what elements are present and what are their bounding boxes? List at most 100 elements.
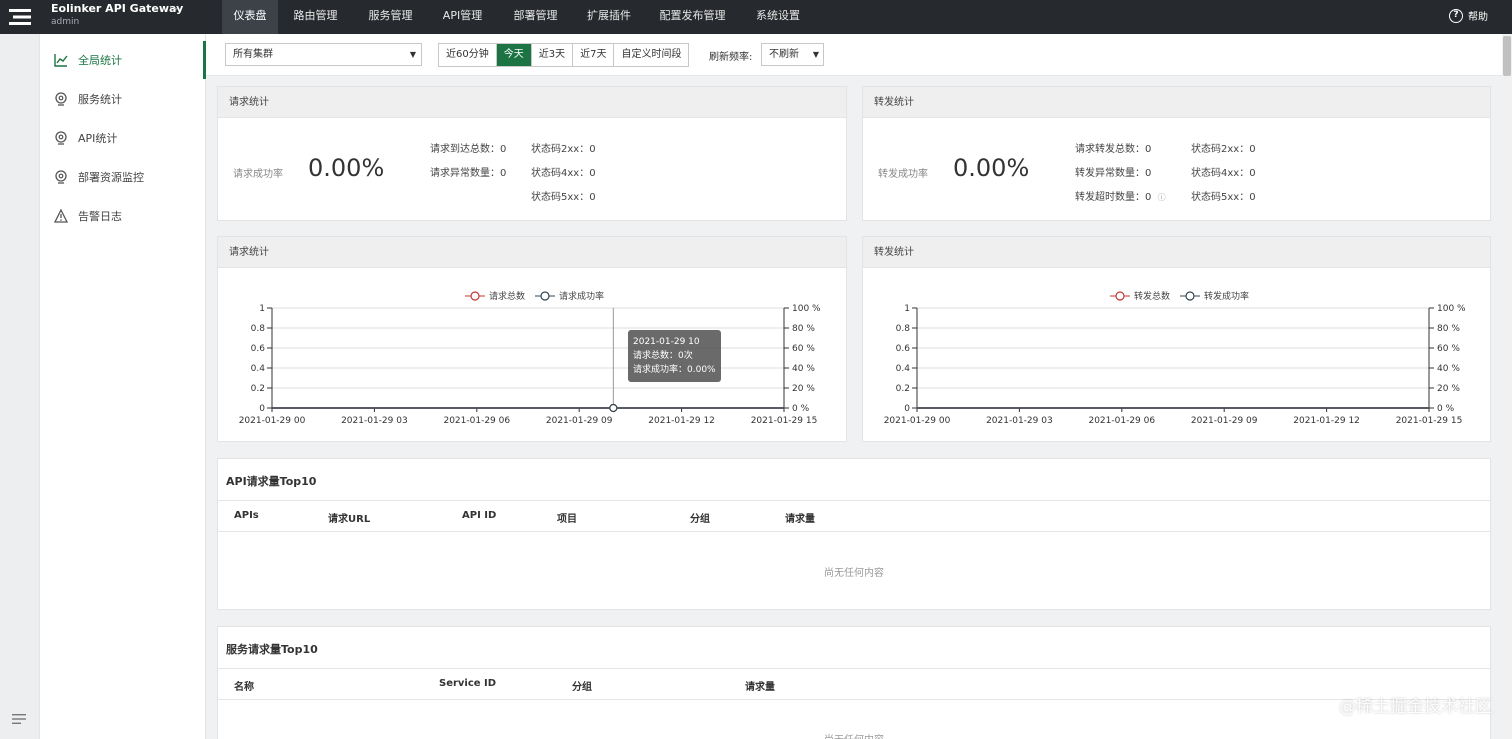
request-line-chart[interactable]: 0 0 % 0.2 20 % 0.4 40 % 0.6 60 % 0.8 80 % 1 100 % 20…: [218, 237, 846, 437]
sidebar-item-label: 告警日志: [78, 210, 122, 223]
column-header[interactable]: 请求量: [785, 510, 815, 525]
time-custom-button[interactable]: 自定义时间段: [614, 44, 689, 66]
nav-system-settings[interactable]: 系统设置: [741, 0, 815, 34]
nav-plugins[interactable]: 扩展插件: [574, 0, 644, 34]
x-tick-label: 2021-01-29 06: [443, 416, 510, 426]
dropdown-arrow-icon: ▼: [812, 50, 819, 59]
y-tick-label-left: 0.2: [896, 384, 910, 394]
line-chart-icon: [53, 52, 69, 68]
forward-timeout-count: 转发超时数量：0 ⓘ: [1075, 188, 1166, 203]
y-tick-label-left: 0.4: [896, 364, 911, 374]
refresh-select-value: 不刷新: [769, 49, 799, 60]
info-icon[interactable]: ⓘ: [1158, 193, 1166, 202]
panel-title: 请求统计: [218, 87, 846, 118]
sidebar-item-label: API统计: [78, 132, 118, 145]
column-header[interactable]: APIs: [234, 510, 259, 521]
sidebar-item-api-stats[interactable]: API统计: [40, 119, 206, 157]
sidebar-item-label: 服务统计: [78, 93, 122, 106]
y-tick-label-right: 0 %: [792, 404, 810, 414]
y-tick-label-right: 100 %: [792, 304, 821, 314]
x-tick-label: 2021-01-29 03: [986, 416, 1053, 426]
column-header[interactable]: 名称: [234, 678, 254, 693]
nav-service[interactable]: 服务管理: [353, 0, 428, 34]
sidebar-item-global-stats[interactable]: 全局统计: [40, 41, 206, 79]
location-pin-icon: [53, 169, 69, 185]
request-success-rate-value: 0.00%: [308, 154, 385, 182]
help-icon: ?: [1449, 8, 1463, 23]
sidebar-item-label: 全局统计: [78, 54, 122, 67]
sidebar-item-label: 部署资源监控: [78, 171, 144, 184]
y-tick-label-right: 80 %: [1437, 324, 1460, 334]
left-rail: [0, 34, 40, 739]
y-tick-label-right: 60 %: [792, 344, 815, 354]
help-button[interactable]: ? 帮助: [1449, 8, 1488, 23]
column-header[interactable]: 项目: [557, 510, 577, 525]
y-tick-label-left: 0: [904, 404, 910, 414]
chevron-down-icon[interactable]: ⌄: [172, 3, 180, 13]
service-top10-panel: 服务请求量Top10 名称 Service ID 分组 请求量 尚无任何内容: [217, 626, 1491, 739]
nav-api[interactable]: API管理: [428, 0, 497, 34]
time-last-3days-button[interactable]: 近3天: [531, 44, 574, 66]
service-top10-table-header: 名称 Service ID 分组 请求量: [218, 668, 1490, 700]
column-header[interactable]: 请求URL: [328, 510, 370, 525]
y-tick-label-left: 0.8: [251, 324, 266, 334]
forward-total-count: 请求转发总数：0: [1075, 144, 1152, 155]
refresh-select[interactable]: 不刷新 ▼: [761, 43, 824, 66]
x-tick-label: 2021-01-29 00: [884, 416, 951, 426]
cluster-select[interactable]: 所有集群 ▼: [225, 43, 422, 66]
y-tick-label-left: 0.6: [896, 344, 911, 354]
column-header[interactable]: 请求量: [745, 678, 775, 693]
column-header[interactable]: Service ID: [439, 678, 496, 689]
time-last-60min-button[interactable]: 近60分钟: [439, 44, 497, 66]
request-error-count: 请求异常数量：0: [430, 168, 507, 179]
api-top10-panel: API请求量Top10 APIs 请求URL API ID 项目 分组 请求量 …: [217, 458, 1491, 610]
x-tick-label: 2021-01-29 09: [1191, 416, 1258, 426]
x-tick-label: 2021-01-29 06: [1088, 416, 1155, 426]
x-tick-label: 2021-01-29 15: [751, 416, 818, 426]
sidebar-item-service-stats[interactable]: 服务统计: [40, 80, 206, 118]
location-pin-icon: [53, 130, 69, 146]
y-tick-label-left: 0.4: [251, 364, 266, 374]
status-4xx-count: 状态码4xx：0: [1191, 168, 1256, 179]
forward-summary-panel: 转发统计 转发成功率 0.00% 请求转发总数：0 转发异常数量：0 转发超时数…: [862, 86, 1491, 221]
column-header[interactable]: API ID: [462, 510, 496, 521]
watermark: @稀土掘金技术社区: [1339, 697, 1492, 717]
brand[interactable]: Eolinker API Gateway admin: [51, 2, 183, 27]
forward-success-rate-label: 转发成功率: [878, 169, 928, 180]
time-today-button[interactable]: 今天: [496, 44, 532, 66]
warning-icon: [53, 208, 69, 224]
status-2xx-count: 状态码2xx：0: [531, 144, 596, 155]
time-range-group: 近60分钟 今天 近3天 近7天 自定义时间段: [438, 43, 690, 67]
time-last-7days-button[interactable]: 近7天: [573, 44, 615, 66]
column-header[interactable]: 分组: [572, 678, 592, 693]
tooltip-line: 请求成功率：0.00%: [633, 365, 716, 375]
nav-route[interactable]: 路由管理: [278, 0, 353, 34]
location-pin-icon: [53, 91, 69, 107]
cluster-select-value: 所有集群: [233, 49, 273, 60]
filter-bar: 所有集群 ▼ 近60分钟 今天 近3天 近7天 自定义时间段 刷新频率: 不刷新…: [206, 34, 1502, 76]
menu-icon[interactable]: [12, 713, 26, 729]
x-tick-label: 2021-01-29 03: [341, 416, 408, 426]
y-tick-label-right: 20 %: [792, 384, 815, 394]
forward-success-rate-value: 0.00%: [953, 154, 1030, 182]
y-tick-label-right: 80 %: [792, 324, 815, 334]
forward-line-chart[interactable]: 0 0 % 0.2 20 % 0.4 40 % 0.6 60 % 0.8 80 % 1 100 % 20…: [863, 237, 1491, 437]
nav-dashboard[interactable]: 仪表盘: [222, 0, 278, 34]
sidebar: 全局统计 服务统计 API统计 部署资源监控 告警日志: [40, 34, 206, 739]
column-header[interactable]: 分组: [690, 510, 710, 525]
brand-user: admin: [51, 17, 80, 27]
empty-state: 尚无任何内容: [218, 731, 1490, 739]
nav-deploy[interactable]: 部署管理: [497, 0, 574, 34]
scrollbar-thumb[interactable]: [1503, 36, 1511, 76]
nav-config-publish[interactable]: 配置发布管理: [644, 0, 741, 34]
logo-icon[interactable]: [0, 0, 40, 34]
page-scrollbar[interactable]: [1502, 34, 1512, 739]
y-tick-label-right: 100 %: [1437, 304, 1466, 314]
data-point: [609, 403, 618, 413]
request-summary-panel: 请求统计 请求成功率 0.00% 请求到达总数：0 请求异常数量：0 状态码2x…: [217, 86, 847, 221]
y-tick-label-left: 1: [259, 304, 265, 314]
tooltip-line: 请求总数：0次: [633, 351, 693, 361]
sidebar-item-alert-log[interactable]: 告警日志: [40, 197, 206, 235]
sidebar-item-deploy-monitor[interactable]: 部署资源监控: [40, 158, 206, 196]
main-nav: 仪表盘 路由管理 服务管理 API管理 部署管理 扩展插件 配置发布管理 系统设…: [222, 0, 815, 34]
